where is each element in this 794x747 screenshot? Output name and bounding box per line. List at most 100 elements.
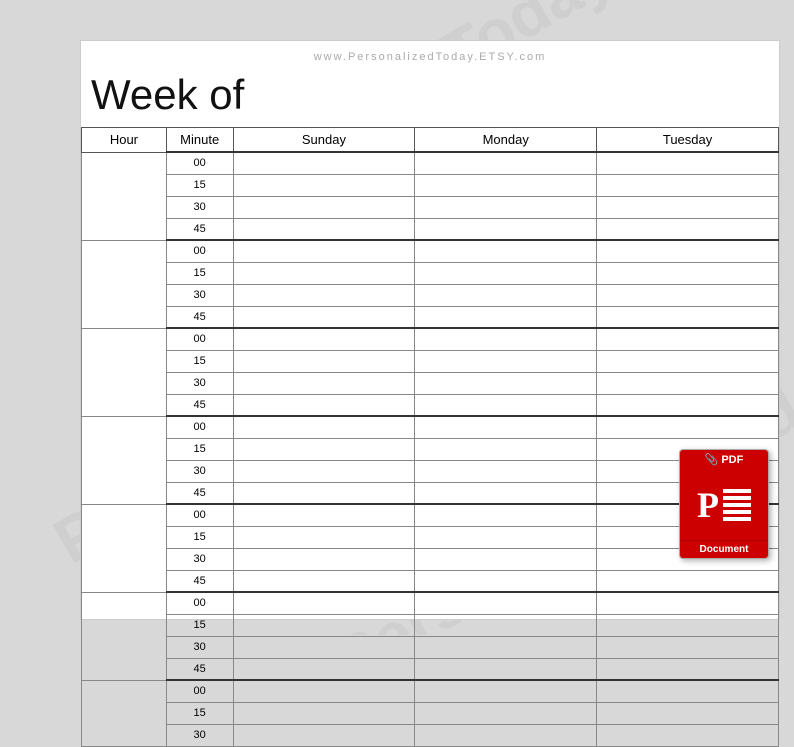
table-row: 00	[82, 152, 779, 174]
minute-cell: 00	[166, 680, 233, 702]
header-tuesday: Tuesday	[597, 128, 779, 153]
day-cell	[233, 372, 415, 394]
minute-cell: 30	[166, 372, 233, 394]
day-cell	[415, 306, 597, 328]
day-cell	[415, 218, 597, 240]
day-cell	[233, 658, 415, 680]
day-cell	[597, 328, 779, 350]
week-title: Week of	[81, 71, 779, 127]
pdf-icon-body: P	[680, 469, 768, 540]
table-row: 45	[82, 570, 779, 592]
day-cell	[233, 240, 415, 262]
table-row: 30	[82, 284, 779, 306]
pdf-label: PDF	[721, 454, 743, 466]
day-cell	[415, 482, 597, 504]
day-cell	[597, 372, 779, 394]
day-cell	[415, 174, 597, 196]
day-cell	[415, 196, 597, 218]
minute-cell: 00	[166, 328, 233, 350]
day-cell	[415, 328, 597, 350]
table-row: 30	[82, 460, 779, 482]
minute-cell: 45	[166, 570, 233, 592]
day-cell	[415, 548, 597, 570]
minute-cell: 15	[166, 350, 233, 372]
pdf-line-5	[723, 517, 751, 521]
table-row: 30	[82, 724, 779, 746]
day-cell	[597, 262, 779, 284]
day-cell	[415, 658, 597, 680]
day-cell	[415, 416, 597, 438]
day-cell	[415, 152, 597, 174]
table-row: 30	[82, 372, 779, 394]
day-cell	[597, 240, 779, 262]
table-row: 45	[82, 482, 779, 504]
day-cell	[233, 570, 415, 592]
day-cell	[597, 636, 779, 658]
day-cell	[597, 394, 779, 416]
day-cell	[233, 284, 415, 306]
table-row: 45	[82, 394, 779, 416]
minute-cell: 30	[166, 548, 233, 570]
day-cell	[597, 152, 779, 174]
day-cell	[597, 680, 779, 702]
day-cell	[233, 460, 415, 482]
day-cell	[597, 174, 779, 196]
day-cell	[233, 416, 415, 438]
minute-cell: 30	[166, 724, 233, 746]
pdf-line-4	[723, 510, 751, 514]
table-row: 15	[82, 174, 779, 196]
header-sunday: Sunday	[233, 128, 415, 153]
day-cell	[415, 460, 597, 482]
hour-cell	[82, 680, 167, 746]
day-cell	[415, 504, 597, 526]
day-cell	[415, 636, 597, 658]
day-cell	[597, 614, 779, 636]
day-cell	[597, 218, 779, 240]
day-cell	[233, 438, 415, 460]
minute-cell: 00	[166, 152, 233, 174]
table-row: 15	[82, 702, 779, 724]
day-cell	[415, 614, 597, 636]
minute-cell: 45	[166, 482, 233, 504]
day-cell	[597, 416, 779, 438]
minute-cell: 15	[166, 262, 233, 284]
website-label: www.PersonalizedToday.ETSY.com	[81, 51, 779, 63]
day-cell	[233, 196, 415, 218]
minute-cell: 15	[166, 614, 233, 636]
pdf-document-icon[interactable]: 📎 PDF P Document	[679, 449, 769, 559]
minute-cell: 30	[166, 460, 233, 482]
minute-cell: 00	[166, 240, 233, 262]
day-cell	[233, 218, 415, 240]
day-cell	[415, 240, 597, 262]
pdf-clip-icon: 📎	[705, 453, 719, 466]
day-cell	[415, 680, 597, 702]
pdf-lines-decoration	[723, 489, 751, 521]
minute-cell: 30	[166, 196, 233, 218]
document-page: www.PersonalizedToday.ETSY.com Week of H…	[80, 40, 780, 620]
header-hour: Hour	[82, 128, 167, 153]
day-cell	[415, 526, 597, 548]
table-row: 15	[82, 350, 779, 372]
day-cell	[597, 658, 779, 680]
minute-cell: 30	[166, 284, 233, 306]
day-cell	[597, 306, 779, 328]
minute-cell: 00	[166, 504, 233, 526]
day-cell	[415, 570, 597, 592]
day-cell	[233, 702, 415, 724]
day-cell	[233, 306, 415, 328]
day-cell	[233, 592, 415, 614]
minute-cell: 30	[166, 636, 233, 658]
table-row: 00	[82, 504, 779, 526]
day-cell	[233, 328, 415, 350]
minute-cell: 15	[166, 174, 233, 196]
day-cell	[415, 350, 597, 372]
minute-cell: 45	[166, 658, 233, 680]
day-cell	[233, 350, 415, 372]
day-cell	[233, 262, 415, 284]
table-row: 00	[82, 240, 779, 262]
table-row: 30	[82, 548, 779, 570]
pdf-letter: P	[697, 487, 719, 523]
day-cell	[233, 724, 415, 746]
pdf-icon-footer: Document	[680, 540, 768, 558]
minute-cell: 00	[166, 416, 233, 438]
